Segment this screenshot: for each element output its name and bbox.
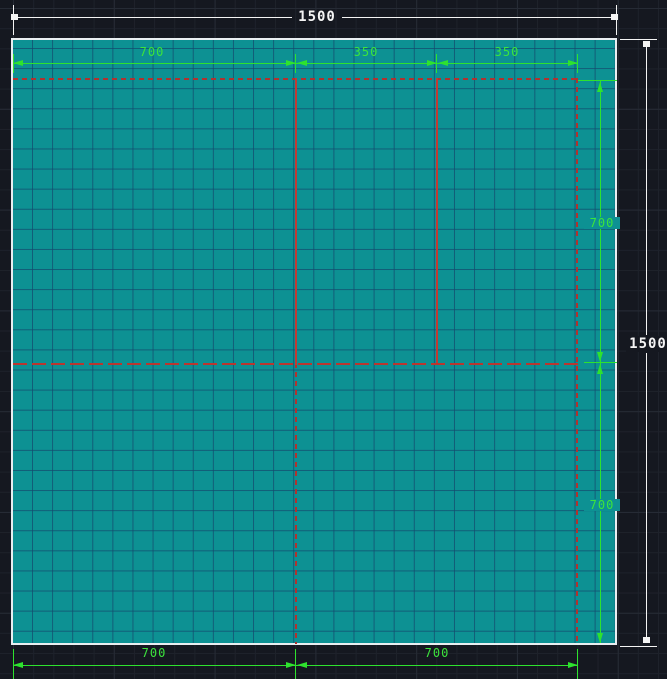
dim-label-bottom-700b: 700 — [424, 646, 450, 660]
dim-arrow-icon — [438, 60, 448, 66]
dim-arrow-icon — [297, 662, 307, 668]
dim-extension-line — [616, 5, 617, 35]
dim-arrow-icon — [597, 633, 603, 643]
dim-arrow-icon — [568, 662, 578, 668]
dim-label-overall-height: 1500 — [626, 336, 667, 352]
cad-viewport[interactable]: 700 350 350 700 700 700 700 1500 1500 — [0, 0, 667, 679]
dim-label-top-350b: 350 — [494, 45, 520, 59]
offcut-boundary-right[interactable] — [576, 78, 578, 644]
dim-tick — [578, 80, 617, 81]
dim-arrow-icon — [297, 60, 307, 66]
dim-arrow-icon — [597, 364, 603, 374]
dim-label-right-700a: 700 — [584, 217, 620, 229]
dim-line — [646, 43, 647, 335]
dim-arrow-icon — [286, 662, 296, 668]
dim-label-overall-width: 1500 — [298, 9, 336, 25]
dim-label-bottom-700a: 700 — [141, 646, 167, 660]
dim-extension-line — [13, 5, 14, 35]
dim-arrow-icon — [597, 352, 603, 362]
dim-arrow-icon — [597, 82, 603, 92]
dim-extension-line — [620, 646, 657, 647]
dim-arrow-icon — [568, 60, 578, 66]
dim-line — [600, 81, 601, 643]
cut-line-vertical-1[interactable] — [295, 78, 297, 365]
dim-tick-icon — [643, 637, 650, 643]
dim-arrow-icon — [13, 60, 23, 66]
dim-tick-icon — [11, 14, 18, 20]
dim-line — [13, 17, 292, 18]
cut-line-vertical-2[interactable] — [436, 78, 438, 365]
dim-label-top-700: 700 — [139, 45, 165, 59]
dim-extension-line — [620, 39, 657, 40]
dim-label-top-350a: 350 — [353, 45, 379, 59]
dim-line — [342, 17, 617, 18]
dim-tick-icon — [611, 14, 618, 20]
dim-arrow-icon — [427, 60, 437, 66]
dim-arrow-icon — [286, 60, 296, 66]
offcut-boundary-mid-vertical[interactable] — [295, 363, 297, 644]
dim-label-right-700b: 700 — [584, 499, 620, 511]
cut-line-horizontal[interactable] — [13, 363, 578, 365]
sheet-panel[interactable] — [11, 38, 617, 645]
dim-tick-icon — [643, 41, 650, 47]
dim-arrow-icon — [13, 662, 23, 668]
dim-line — [646, 353, 647, 637]
